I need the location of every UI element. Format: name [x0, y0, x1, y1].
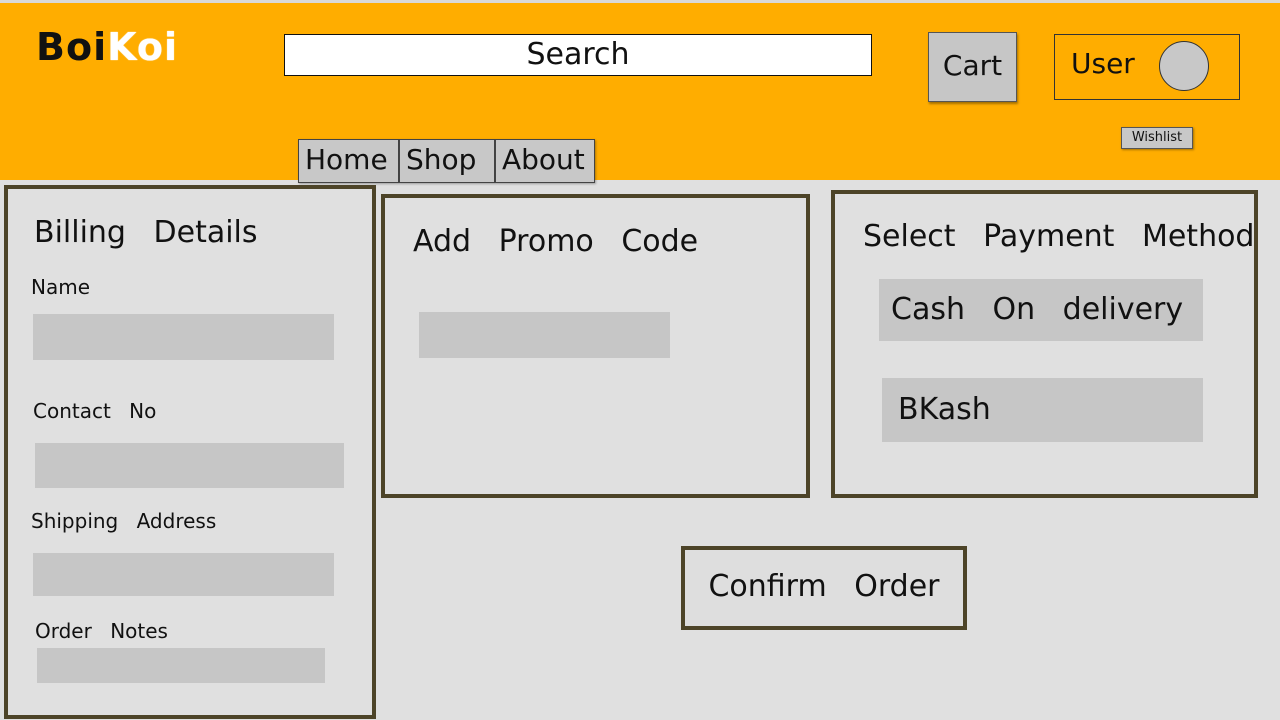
contact-field[interactable] — [35, 443, 344, 488]
payment-option-cash-on-delivery[interactable]: Cash On delivery — [879, 279, 1203, 341]
user-menu[interactable]: User — [1054, 34, 1240, 100]
user-label: User — [1071, 47, 1135, 80]
shipping-address-field[interactable] — [33, 553, 334, 596]
billing-panel: Billing Details Name Contact No Shipping… — [4, 185, 376, 719]
billing-title: Billing Details — [34, 215, 258, 250]
cart-button[interactable]: Cart — [928, 32, 1017, 102]
search-input[interactable]: Search — [284, 34, 872, 76]
name-field[interactable] — [33, 314, 334, 360]
contact-label: Contact No — [33, 399, 157, 423]
confirm-order-button[interactable]: Confirm Order — [681, 546, 967, 630]
logo-text-koi: Koi — [107, 25, 179, 69]
order-notes-label: Order Notes — [35, 619, 168, 643]
nav-tab-about[interactable]: About — [495, 139, 595, 183]
promo-code-field[interactable] — [419, 312, 670, 358]
promo-title: Add Promo Code — [413, 224, 699, 259]
name-label: Name — [31, 275, 91, 299]
main-nav: Home Shop About — [298, 139, 595, 183]
nav-tab-shop[interactable]: Shop — [399, 139, 495, 183]
header-bar: BoiKoi Search Cart User Wishlist Home Sh… — [0, 0, 1280, 183]
wishlist-button[interactable]: Wishlist — [1121, 127, 1193, 149]
promo-panel: Add Promo Code — [381, 194, 810, 498]
order-notes-field[interactable] — [37, 648, 325, 683]
logo-text-boi: Boi — [36, 25, 108, 69]
nav-tab-home[interactable]: Home — [298, 139, 399, 183]
payment-panel: Select Payment Method Cash On delivery B… — [831, 190, 1258, 498]
shipping-address-label: Shipping Address — [31, 509, 217, 533]
payment-title: Select Payment Method — [863, 219, 1255, 254]
logo[interactable]: BoiKoi — [36, 25, 178, 69]
payment-option-bkash[interactable]: BKash — [882, 378, 1203, 442]
avatar[interactable] — [1159, 41, 1209, 91]
